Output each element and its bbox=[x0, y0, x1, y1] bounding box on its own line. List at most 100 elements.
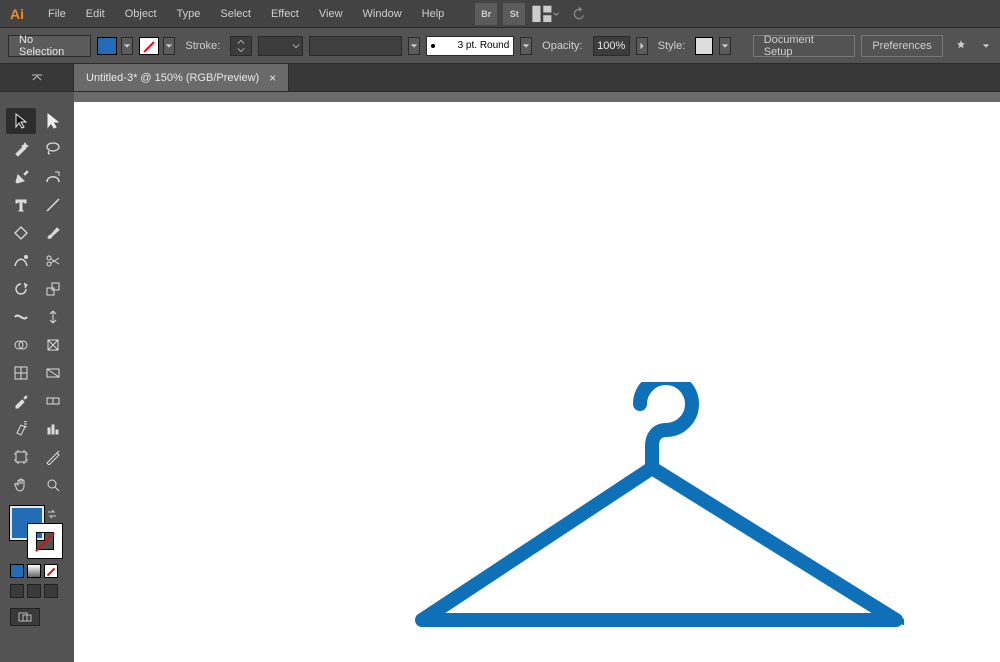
screen-mode-button[interactable] bbox=[10, 608, 40, 626]
document-tab[interactable]: Untitled-3* @ 150% (RGB/Preview) × bbox=[74, 64, 289, 91]
swap-fill-stroke[interactable] bbox=[46, 508, 58, 520]
brush-dropdown[interactable] bbox=[520, 37, 532, 55]
variable-width-dropdown[interactable] bbox=[408, 37, 420, 55]
toolbox-collapse-handle[interactable] bbox=[0, 64, 74, 91]
direct-selection-tool[interactable] bbox=[38, 108, 68, 134]
width-tool[interactable] bbox=[6, 304, 36, 330]
draw-behind[interactable] bbox=[27, 584, 41, 598]
canvas-area[interactable] bbox=[74, 102, 1000, 662]
preferences-button[interactable]: Preferences bbox=[861, 35, 942, 57]
line-segment-tool[interactable] bbox=[38, 192, 68, 218]
menu-edit[interactable]: Edit bbox=[76, 0, 115, 27]
app-logo: Ai bbox=[6, 3, 28, 25]
menu-view[interactable]: View bbox=[309, 0, 353, 27]
brush-dot-icon bbox=[431, 44, 435, 48]
menu-object[interactable]: Object bbox=[115, 0, 167, 27]
stroke-profile-dropdown[interactable] bbox=[258, 36, 303, 56]
graphic-style-swatch[interactable] bbox=[695, 37, 713, 55]
direct-selection-tool-icon bbox=[45, 113, 61, 129]
zoom-tool[interactable] bbox=[38, 472, 68, 498]
tab-bar-empty bbox=[289, 64, 1000, 91]
opacity-label: Opacity: bbox=[538, 40, 586, 52]
chevron-down-icon bbox=[292, 42, 300, 50]
sync-settings-button[interactable] bbox=[565, 3, 593, 25]
menu-help[interactable]: Help bbox=[412, 0, 455, 27]
mesh-icon bbox=[13, 365, 29, 381]
brush-definition[interactable]: 3 pt. Round bbox=[426, 36, 515, 56]
eyedropper-icon bbox=[13, 393, 29, 409]
artboard[interactable] bbox=[74, 102, 1000, 662]
stroke-swatch-group bbox=[139, 35, 175, 57]
chevron-up-icon bbox=[237, 38, 245, 46]
rectangle-tool[interactable] bbox=[6, 220, 36, 246]
gradient-tool[interactable] bbox=[38, 360, 68, 386]
shape-builder-tool[interactable] bbox=[6, 332, 36, 358]
control-panel-menu[interactable] bbox=[949, 35, 975, 57]
menu-type[interactable]: Type bbox=[167, 0, 211, 27]
opacity-input[interactable]: 100% bbox=[593, 36, 630, 56]
column-graph-tool[interactable] bbox=[38, 416, 68, 442]
stroke-weight-stepper[interactable] bbox=[236, 38, 246, 54]
type-icon bbox=[13, 197, 29, 213]
opacity-dropdown[interactable] bbox=[636, 37, 648, 55]
menu-window[interactable]: Window bbox=[353, 0, 412, 27]
magic-wand-icon bbox=[13, 141, 29, 157]
hand-icon bbox=[13, 477, 29, 493]
magic-wand-tool[interactable] bbox=[6, 136, 36, 162]
blend-icon bbox=[45, 393, 61, 409]
blend-tool[interactable] bbox=[38, 388, 68, 414]
pen-tool[interactable] bbox=[6, 164, 36, 190]
type-tool[interactable] bbox=[6, 192, 36, 218]
control-panel-dropdown[interactable] bbox=[980, 37, 992, 55]
color-mode-solid[interactable] bbox=[10, 564, 24, 578]
document-setup-button[interactable]: Document Setup bbox=[753, 35, 856, 57]
mesh-tool[interactable] bbox=[6, 360, 36, 386]
fill-swatch[interactable] bbox=[97, 37, 117, 55]
selection-tool[interactable] bbox=[6, 108, 36, 134]
curvature-tool[interactable] bbox=[38, 164, 68, 190]
draw-normal[interactable] bbox=[10, 584, 24, 598]
eyedropper-tool[interactable] bbox=[6, 388, 36, 414]
hand-tool[interactable] bbox=[6, 472, 36, 498]
stroke-indicator[interactable] bbox=[28, 524, 62, 558]
menu-effect[interactable]: Effect bbox=[261, 0, 309, 27]
pen-icon bbox=[13, 169, 29, 185]
rotate-tool[interactable] bbox=[6, 276, 36, 302]
fill-stroke-indicator[interactable] bbox=[0, 506, 74, 562]
slice-tool[interactable] bbox=[38, 444, 68, 470]
menu-select[interactable]: Select bbox=[210, 0, 261, 27]
bridge-button[interactable]: Br bbox=[475, 3, 497, 25]
fill-dropdown[interactable] bbox=[121, 37, 133, 55]
stroke-weight-input[interactable] bbox=[230, 36, 252, 56]
scale-tool[interactable] bbox=[38, 276, 68, 302]
stroke-swatch[interactable] bbox=[139, 37, 159, 55]
lasso-tool[interactable] bbox=[38, 136, 68, 162]
eraser-tool[interactable] bbox=[38, 248, 68, 274]
color-mode-none[interactable] bbox=[44, 564, 58, 578]
screen-mode-row bbox=[0, 602, 74, 632]
brush-label: 3 pt. Round bbox=[458, 40, 510, 51]
shaper-tool[interactable] bbox=[6, 248, 36, 274]
variable-width-profile[interactable] bbox=[309, 36, 402, 56]
draw-inside[interactable] bbox=[44, 584, 58, 598]
perspective-grid-tool[interactable] bbox=[38, 332, 68, 358]
hanger-shape[interactable] bbox=[344, 382, 904, 662]
hanger-tail bbox=[896, 620, 904, 623]
stroke-dropdown[interactable] bbox=[163, 37, 175, 55]
menu-file[interactable]: File bbox=[38, 0, 76, 27]
document-tab-close[interactable]: × bbox=[269, 71, 276, 85]
stock-button[interactable]: St bbox=[503, 3, 525, 25]
color-mode-gradient[interactable] bbox=[27, 564, 41, 578]
tab-subbar bbox=[74, 92, 1000, 102]
chevron-down-icon bbox=[410, 42, 418, 50]
selection-status-label: No Selection bbox=[19, 34, 80, 58]
paintbrush-tool[interactable] bbox=[38, 220, 68, 246]
stroke-label: Stroke: bbox=[181, 40, 224, 52]
color-mode-row bbox=[0, 562, 74, 580]
symbol-sprayer-tool[interactable] bbox=[6, 416, 36, 442]
arrange-documents-button[interactable] bbox=[531, 3, 559, 25]
selection-status[interactable]: No Selection bbox=[8, 35, 91, 57]
free-transform-tool[interactable] bbox=[38, 304, 68, 330]
artboard-tool[interactable] bbox=[6, 444, 36, 470]
style-dropdown[interactable] bbox=[719, 37, 731, 55]
